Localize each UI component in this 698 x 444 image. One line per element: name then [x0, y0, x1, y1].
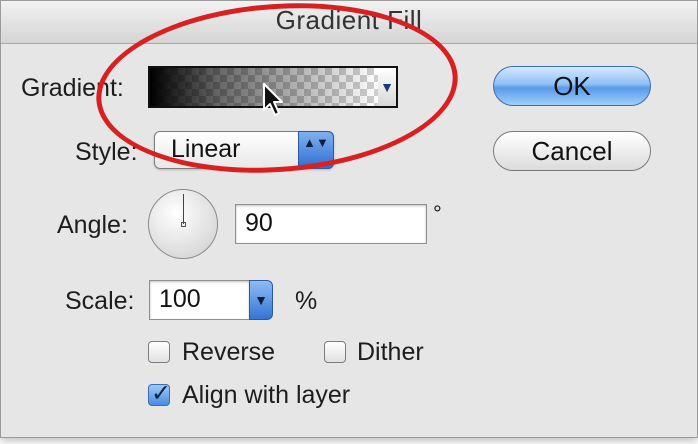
- scale-input[interactable]: 100: [149, 280, 250, 320]
- angle-input[interactable]: 90: [235, 204, 427, 244]
- angle-value: 90: [245, 209, 273, 237]
- checkmark-icon: ✓: [151, 380, 172, 407]
- dial-center: [181, 222, 186, 227]
- title-bar[interactable]: Gradient Fill: [1, 1, 697, 44]
- style-popup[interactable]: Linear ▲▼: [154, 131, 334, 169]
- dither-checkbox[interactable]: [324, 341, 346, 363]
- style-value: Linear: [171, 135, 241, 163]
- reverse-checkbox[interactable]: [148, 341, 170, 363]
- dither-label[interactable]: Dither: [357, 338, 424, 367]
- up-down-arrows-icon: ▲▼: [298, 131, 334, 169]
- align-with-layer-checkbox[interactable]: ✓: [148, 380, 171, 407]
- scale-dropdown-button[interactable]: ▼: [249, 280, 273, 320]
- scale-value: 100: [159, 285, 201, 313]
- chevron-down-icon: ▼: [380, 79, 394, 95]
- degree-symbol: °: [433, 201, 442, 226]
- angle-label: Angle:: [57, 211, 128, 239]
- dialog-title: Gradient Fill: [275, 5, 423, 35]
- align-with-layer-label[interactable]: Align with layer: [182, 381, 350, 410]
- gradient-label: Gradient:: [21, 74, 124, 102]
- angle-dial-icon[interactable]: [148, 189, 218, 259]
- ok-button[interactable]: OK: [493, 66, 651, 106]
- gradient-dropdown-button[interactable]: ▼: [378, 66, 398, 108]
- arrow-cursor-icon: [263, 83, 283, 116]
- style-label: Style:: [75, 138, 138, 166]
- percent-symbol: %: [295, 287, 318, 315]
- gradient-fill-dialog: Gradient Fill Gradient: ▼ Style: Linear …: [0, 0, 698, 438]
- reverse-label[interactable]: Reverse: [182, 338, 275, 367]
- scale-label: Scale:: [65, 287, 135, 315]
- chevron-down-icon: ▼: [254, 292, 268, 308]
- cancel-button[interactable]: Cancel: [493, 131, 651, 171]
- dial-needle: [183, 194, 184, 224]
